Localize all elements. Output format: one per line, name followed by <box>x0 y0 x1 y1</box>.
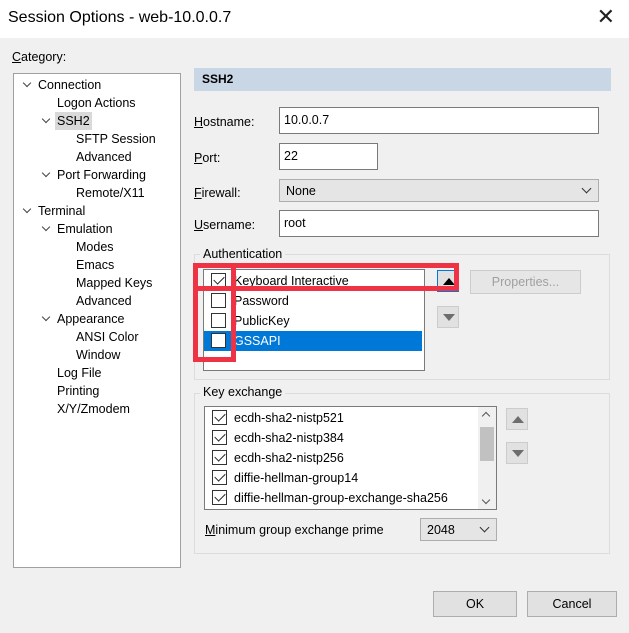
auth-method-label: Keyboard Interactive <box>234 274 349 288</box>
kex-checkbox[interactable] <box>212 470 227 485</box>
tree-item-label: Mapped Keys <box>76 276 153 290</box>
kex-label: diffie-hellman-group14 <box>234 471 359 485</box>
kex-move-up-button[interactable] <box>506 408 528 430</box>
authentication-list[interactable]: Keyboard Interactive Password PublicKey GSS… <box>203 269 425 371</box>
min-group-select[interactable]: 2048 <box>420 518 497 541</box>
tree-item-label: Log File <box>57 366 102 380</box>
firewall-value: None <box>286 184 316 198</box>
kex-label: ecdh-sha2-nistp256 <box>234 451 344 465</box>
auth-method-checkbox[interactable] <box>211 293 226 308</box>
window-title: Session Options - web-10.0.0.7 <box>8 9 232 26</box>
properties-button[interactable]: Properties... <box>470 270 581 294</box>
kex-row[interactable]: ecdh-sha2-nistp521 <box>205 408 477 428</box>
port-input[interactable]: 22 <box>279 143 378 170</box>
tree-item-label: Modes <box>76 240 114 254</box>
kex-checkbox[interactable] <box>212 410 227 425</box>
arrow-up-icon <box>443 278 455 285</box>
firewall-select[interactable]: None <box>279 179 599 202</box>
kex-label: ecdh-sha2-nistp521 <box>234 411 344 425</box>
min-group-value: 2048 <box>427 523 455 537</box>
tree-item-label: Advanced <box>76 150 132 164</box>
tree-item-label: Connection <box>38 78 102 92</box>
tree-item-label: Terminal <box>38 204 86 218</box>
kex-row[interactable]: ecdh-sha2-nistp256 <box>205 448 477 468</box>
auth-method-row[interactable]: Password <box>204 291 422 311</box>
auth-method-row[interactable]: GSSAPI <box>204 331 422 351</box>
auth-method-label: Password <box>234 294 289 308</box>
chevron-down-icon[interactable] <box>41 112 53 130</box>
move-down-button[interactable] <box>437 306 459 328</box>
scroll-up-icon[interactable] <box>481 411 491 421</box>
kex-row[interactable]: ecdh-sha2-nistp384 <box>205 428 477 448</box>
port-label: Port: <box>194 151 221 165</box>
tree-item-label: SSH2 <box>55 112 92 130</box>
username-input[interactable]: root <box>279 210 599 237</box>
auth-method-checkbox[interactable] <box>211 333 226 348</box>
ok-button[interactable]: OK <box>433 591 517 617</box>
chevron-down-icon <box>581 183 592 194</box>
key-exchange-list[interactable]: ecdh-sha2-nistp521 ecdh-sha2-nistp384 ecdh… <box>204 406 497 510</box>
tree-item-label: X/Y/Zmodem <box>57 402 130 416</box>
cancel-button[interactable]: Cancel <box>527 591 617 617</box>
tree-item-label: Printing <box>57 384 100 398</box>
auth-method-checkbox[interactable] <box>211 313 226 328</box>
chevron-down-icon[interactable] <box>22 202 34 220</box>
kex-checkbox[interactable] <box>212 430 227 445</box>
arrow-up-icon <box>512 416 524 423</box>
auth-method-label: GSSAPI <box>234 334 281 348</box>
hostname-input[interactable]: 10.0.0.7 <box>279 107 599 134</box>
title-bar: Session Options - web-10.0.0.7 ✕ <box>0 0 629 38</box>
tree-item-label: Emacs <box>76 258 115 272</box>
tree-item-label: Port Forwarding <box>57 168 146 182</box>
kex-scrollbar[interactable] <box>478 407 496 509</box>
tree-item-label: Advanced <box>76 294 132 308</box>
tree-item-label: Appearance <box>57 312 125 326</box>
tree-item-label: Window <box>76 348 121 362</box>
kex-label: ecdh-sha2-nistp384 <box>234 431 344 445</box>
category-tree[interactable]: Connection Logon Actions SSH2 SFTP Session A… <box>13 73 181 568</box>
kex-move-down-button[interactable] <box>506 442 528 464</box>
tree-item-label: Remote/X11 <box>76 186 145 200</box>
section-header: SSH2 <box>194 68 611 91</box>
arrow-down-icon <box>443 314 455 321</box>
firewall-label: Firewall: <box>194 186 241 200</box>
kex-row[interactable]: diffie-hellman-group-exchange-sha256 <box>205 488 477 508</box>
chevron-down-icon[interactable] <box>22 76 34 94</box>
chevron-down-icon[interactable] <box>41 310 53 328</box>
scrollbar-thumb[interactable] <box>480 427 494 461</box>
move-up-button[interactable] <box>437 270 459 292</box>
hostname-label: Hostname: <box>194 115 255 129</box>
auth-method-row[interactable]: PublicKey <box>204 311 422 331</box>
authentication-title: Authentication <box>200 247 286 261</box>
auth-method-checkbox[interactable] <box>211 273 226 288</box>
kex-label: diffie-hellman-group-exchange-sha256 <box>234 491 448 505</box>
key-exchange-title: Key exchange <box>200 385 286 399</box>
chevron-down-icon <box>479 522 490 533</box>
tree-item-label: Emulation <box>57 222 113 236</box>
kex-checkbox[interactable] <box>212 450 227 465</box>
close-icon[interactable]: ✕ <box>597 6 615 28</box>
chevron-down-icon[interactable] <box>41 166 53 184</box>
kex-checkbox[interactable] <box>212 490 227 505</box>
auth-method-label: PublicKey <box>234 314 290 328</box>
tree-item-label: Logon Actions <box>57 96 136 110</box>
category-label-rest: ategory: <box>21 50 67 64</box>
auth-method-row[interactable]: Keyboard Interactive <box>204 271 422 291</box>
chevron-down-icon[interactable] <box>41 220 53 238</box>
category-label: Category: <box>12 50 67 64</box>
min-group-label: Minimum group exchange prime <box>205 523 384 537</box>
dialog-client: Category: Connection Logon Actions SSH2 SFT… <box>0 38 629 633</box>
scroll-down-icon[interactable] <box>481 495 491 505</box>
kex-row[interactable]: diffie-hellman-group14 <box>205 468 477 488</box>
username-label: Username: <box>194 218 256 232</box>
arrow-down-icon <box>512 450 524 457</box>
tree-item-label: SFTP Session <box>76 132 156 146</box>
tree-item-label: ANSI Color <box>76 330 139 344</box>
